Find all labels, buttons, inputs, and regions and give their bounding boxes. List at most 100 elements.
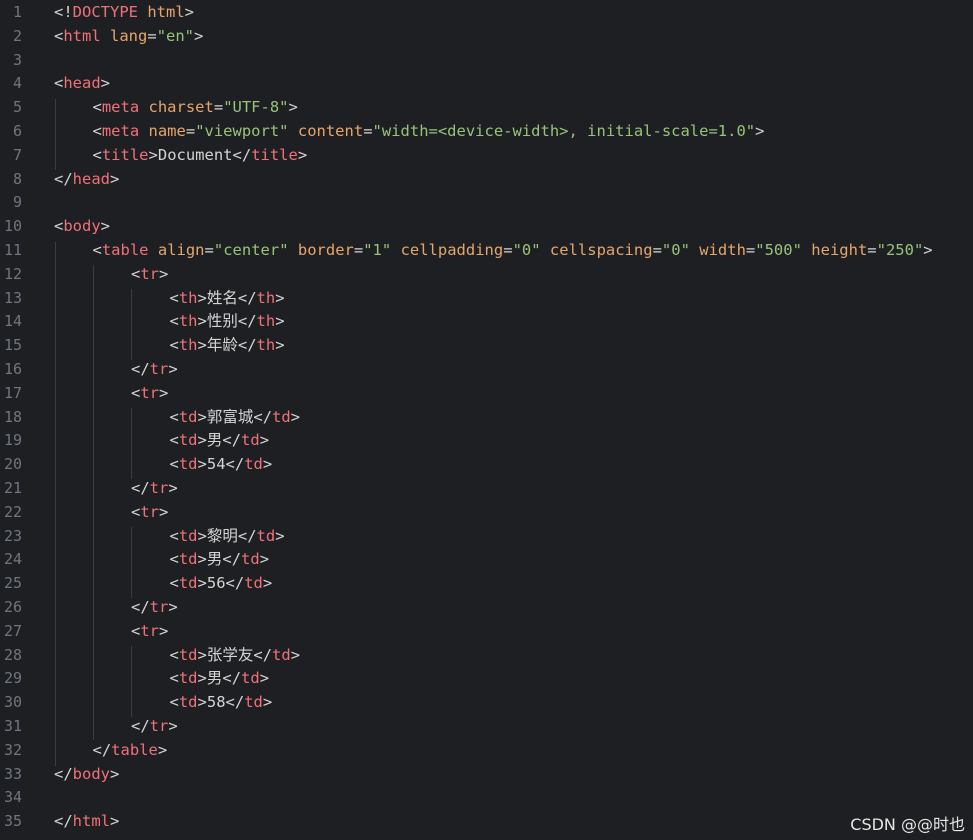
line-number: 1: [12, 3, 22, 21]
code-token: 男: [206, 431, 223, 450]
code-line[interactable]: 13 <th>姓名</th>: [0, 287, 973, 311]
code-text: <td>54</td>: [170, 453, 273, 477]
code-token: td: [178, 455, 198, 474]
line-number: 35: [3, 812, 22, 831]
code-line[interactable]: 28 <td>张学友</td>: [0, 644, 973, 668]
code-token: >: [184, 3, 195, 21]
code-token: td: [178, 645, 198, 664]
code-line[interactable]: 25 <td>56</td>: [0, 572, 973, 596]
code-line[interactable]: 26 </tr>: [0, 596, 973, 620]
code-token: meta: [101, 98, 140, 117]
code-token: <: [169, 431, 179, 450]
code-token: lang: [110, 26, 148, 45]
code-line[interactable]: 20 <td>54</td>: [0, 453, 973, 477]
code-token: >: [148, 145, 158, 164]
code-line[interactable]: 2 <html lang="en">: [0, 25, 973, 49]
code-line[interactable]: 12 <tr>: [0, 263, 973, 287]
code-token: >: [197, 455, 207, 474]
code-token: td: [178, 669, 198, 688]
code-token: >: [197, 550, 207, 569]
code-token: </: [225, 574, 245, 593]
line-number: 29: [3, 669, 22, 688]
code-token: html: [147, 3, 185, 21]
code-token: th: [256, 336, 276, 355]
code-token: >: [275, 312, 285, 331]
code-line[interactable]: 7 <title>Document</title>: [0, 144, 973, 168]
code-text: <td>张学友</td>: [170, 644, 301, 668]
code-line[interactable]: 5 <meta charset="UTF-8">: [0, 96, 973, 120]
line-number: 18: [3, 407, 22, 426]
code-line[interactable]: 21 </tr>: [0, 477, 973, 501]
code-line[interactable]: 24 <td>男</td>: [0, 548, 973, 572]
code-line[interactable]: 3: [0, 49, 973, 73]
code-line[interactable]: 16 </tr>: [0, 358, 973, 382]
code-line[interactable]: 35 </html>: [0, 810, 973, 834]
code-text: <table align="center" border="1" cellpad…: [93, 239, 933, 263]
code-token: <: [92, 240, 102, 259]
code-text: <td>男</td>: [170, 429, 270, 453]
code-text: </html>: [54, 810, 119, 834]
code-text: <body>: [54, 215, 110, 239]
code-token: >: [197, 431, 207, 450]
code-line[interactable]: 19 <td>男</td>: [0, 429, 973, 453]
line-number: 9: [12, 193, 22, 212]
code-editor[interactable]: 1 <!DOCTYPE html> 2 <html lang="en"> 3 4 <head…: [0, 1, 973, 840]
code-token: <: [131, 264, 141, 283]
code-token: >: [159, 383, 169, 402]
line-number: 12: [3, 264, 22, 283]
code-line[interactable]: 31 </tr>: [0, 715, 973, 739]
code-line[interactable]: 27 <tr>: [0, 620, 973, 644]
code-line[interactable]: 23 <td>黎明</td>: [0, 525, 973, 549]
code-text: </table>: [93, 739, 168, 763]
code-line[interactable]: 9: [0, 191, 973, 215]
code-line[interactable]: 4 <head>: [0, 72, 973, 96]
code-line[interactable]: 14 <th>性别</th>: [0, 310, 973, 334]
code-token: "1": [363, 240, 392, 259]
code-text: <meta charset="UTF-8">: [93, 96, 298, 120]
code-line[interactable]: 32 </table>: [0, 739, 973, 763]
code-line[interactable]: 30 <td>58</td>: [0, 691, 973, 715]
line-number: 21: [3, 478, 22, 497]
code-line[interactable]: 17 <tr>: [0, 382, 973, 406]
line-number: 20: [3, 455, 22, 474]
code-token: =: [353, 240, 364, 259]
code-token: =: [185, 121, 196, 140]
code-text: <tr>: [131, 263, 168, 287]
line-number: 28: [3, 645, 22, 664]
code-line[interactable]: 29 <td>男</td>: [0, 667, 973, 691]
code-token: >: [159, 502, 169, 521]
code-line[interactable]: 11 <table align="center" border="1" cellp…: [0, 239, 973, 263]
code-token: >: [275, 288, 285, 307]
code-token: </: [92, 740, 112, 759]
line-number: 15: [3, 336, 22, 355]
indent-guide-row-2: [131, 408, 132, 479]
code-line[interactable]: 6 <meta name="viewport" content="width=<d…: [0, 120, 973, 144]
code-token: tr: [140, 621, 160, 640]
code-token: td: [241, 669, 260, 688]
code-token: <: [169, 312, 179, 331]
code-token: <: [92, 121, 102, 140]
code-line[interactable]: 18 <td>郭富城</td>: [0, 406, 973, 430]
code-line[interactable]: 33 </body>: [0, 763, 973, 787]
code-line[interactable]: 15 <th>年龄</th>: [0, 334, 973, 358]
code-token: td: [178, 526, 198, 545]
code-text: <td>男</td>: [170, 667, 270, 691]
code-token: td: [178, 407, 198, 426]
code-line[interactable]: 34: [0, 786, 973, 810]
code-token: 54: [206, 455, 226, 474]
code-token: 姓名: [206, 288, 238, 307]
code-token: =: [204, 240, 214, 259]
code-token: tr: [140, 502, 160, 521]
code-line[interactable]: 1 <!DOCTYPE html>: [0, 1, 973, 25]
code-token: DOCTYPE: [72, 3, 138, 21]
code-line[interactable]: 22 <tr>: [0, 501, 973, 525]
code-token: width: [699, 240, 746, 259]
code-line[interactable]: 8 </head>: [0, 168, 973, 192]
code-line[interactable]: 10 <body>: [0, 215, 973, 239]
code-token: td: [244, 455, 263, 474]
code-token: </: [131, 716, 150, 735]
line-number: 13: [3, 288, 22, 307]
code-token: 张学友: [206, 645, 254, 664]
